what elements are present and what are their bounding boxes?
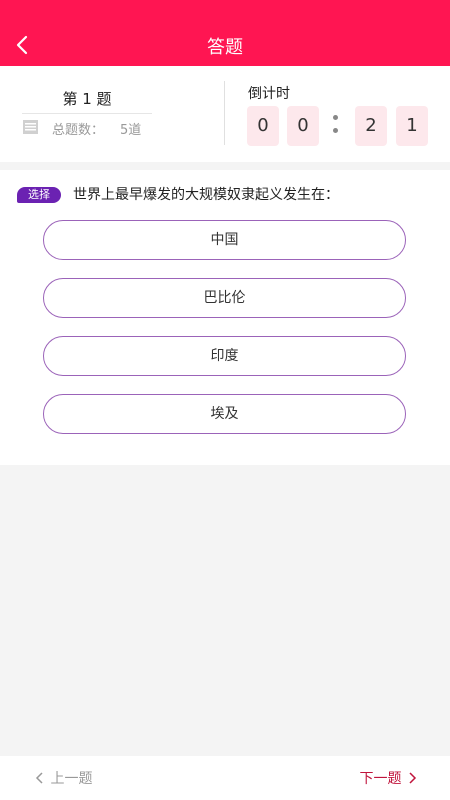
answer-option[interactable]: 埃及 xyxy=(43,394,406,434)
countdown-label: 倒计时 xyxy=(248,86,290,102)
document-icon xyxy=(23,120,38,134)
divider xyxy=(22,113,152,114)
answer-option[interactable]: 中国 xyxy=(43,220,406,260)
countdown-digit: 0 xyxy=(287,106,319,146)
question-card: 选择 世界上最早爆发的大规模奴隶起义发生在： 中国 巴比伦 印度 埃及 xyxy=(0,170,450,465)
next-question-label: 下一题 xyxy=(359,771,402,787)
countdown-colon xyxy=(331,112,339,142)
total-questions-label: 总题数： xyxy=(52,123,105,138)
chevron-right-icon xyxy=(409,772,417,784)
previous-question-button[interactable]: 上一题 xyxy=(34,768,92,788)
question-text: 世界上最早爆发的大规模奴隶起义发生在： xyxy=(73,187,339,203)
app-header: 答题 xyxy=(0,0,450,66)
chevron-left-icon xyxy=(35,772,43,784)
countdown-digit: 2 xyxy=(355,106,387,146)
answer-option[interactable]: 印度 xyxy=(43,336,406,376)
total-questions-value: 5道 xyxy=(120,123,142,138)
next-question-button[interactable]: 下一题 xyxy=(360,768,418,788)
answer-option[interactable]: 巴比伦 xyxy=(43,278,406,318)
previous-question-label: 上一题 xyxy=(50,771,93,787)
vertical-divider xyxy=(224,81,225,145)
page-title: 答题 xyxy=(207,37,243,58)
footer-nav: 上一题 下一题 xyxy=(0,756,450,800)
question-type-badge: 选择 xyxy=(17,187,61,203)
countdown-digit: 1 xyxy=(396,106,428,146)
question-info-panel: 第 1 题 总题数： 5道 倒计时 0 0 2 1 xyxy=(0,66,450,162)
question-number: 第 1 题 xyxy=(62,90,112,108)
countdown-digit: 0 xyxy=(247,106,279,146)
